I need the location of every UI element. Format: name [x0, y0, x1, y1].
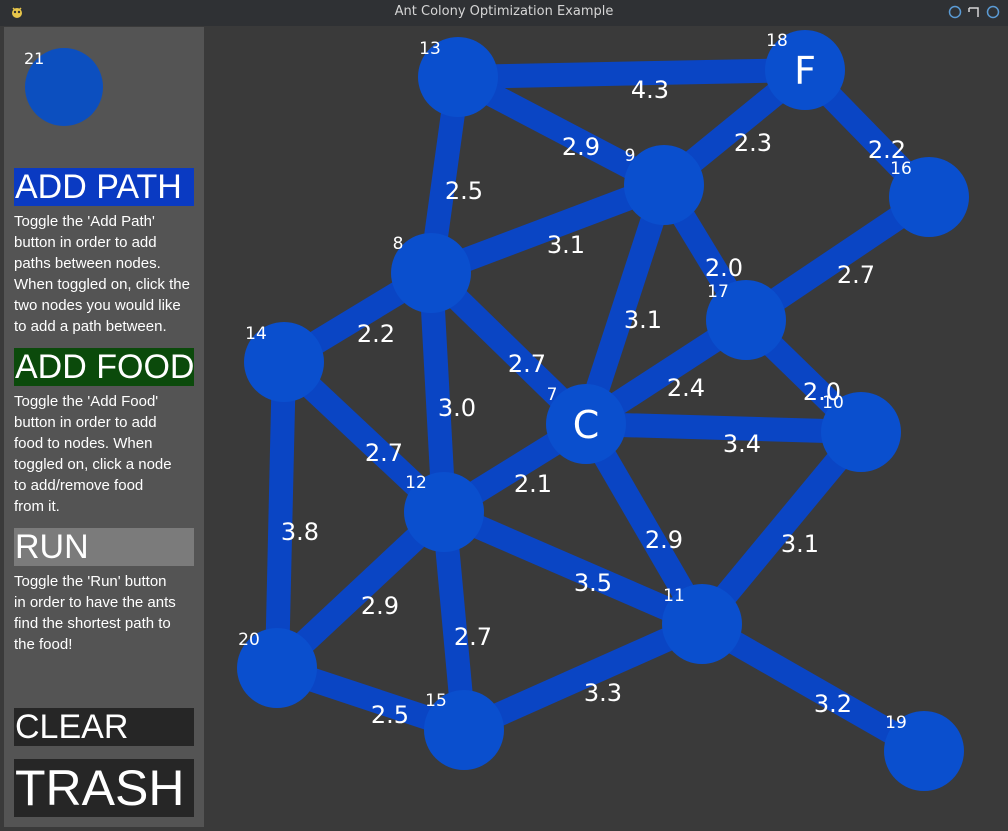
edge-weight-label: 2.7 [837, 261, 875, 289]
edge-weight-label: 2.3 [734, 129, 772, 157]
node-id-label: 15 [425, 691, 447, 711]
description-line: paths between nodes. [14, 255, 161, 272]
add-path-button[interactable]: ADD PATH [14, 168, 194, 206]
description-line: to add/remove food [14, 477, 144, 494]
node-id-label: 9 [625, 146, 636, 166]
node-id-label: 20 [238, 630, 260, 650]
node-id-label: 17 [707, 282, 729, 302]
description-line: to add a path between. [14, 318, 167, 335]
node-id-label: 10 [822, 393, 844, 413]
graph-svg[interactable]: 4.32.92.52.3 2.23.12.03.12.72.22.73.02.4 2… [204, 27, 1008, 831]
edge-weight-label: 2.1 [514, 470, 552, 498]
window-title: Ant Colony Optimization Example [394, 4, 614, 19]
graph-canvas[interactable]: 4.3 2.9 2.5 2.3 2.2 3.1 2.0 3.1 2.7 2.2 2.7 3.0 2.4 2… [204, 27, 1008, 831]
edge-weight-label: 3.3 [584, 679, 622, 707]
node-id-label: 13 [419, 39, 441, 59]
close-icon[interactable] [986, 5, 1000, 19]
trash-button[interactable]: TRASH [14, 759, 194, 817]
node-id-label: 7 [547, 385, 558, 405]
node-id-label: 12 [405, 473, 427, 493]
preview-node-id: 21 [24, 49, 45, 68]
edge-weight-label: 2.9 [361, 592, 399, 620]
edge-weight-label: 2.5 [445, 177, 483, 205]
edge-weight-label: 3.0 [438, 394, 476, 422]
node-id-label: 11 [663, 586, 685, 606]
edge-weight-label: 2.4 [667, 374, 705, 402]
edge-weight-label: 3.5 [574, 569, 612, 597]
node-id-label: 19 [885, 713, 907, 733]
minimize-icon[interactable] [948, 5, 962, 19]
run-button[interactable]: RUN [14, 528, 194, 566]
description-line: Toggle the 'Run' button [14, 573, 167, 590]
clear-button[interactable]: CLEAR [14, 708, 194, 746]
node-id-label: 16 [890, 159, 912, 179]
edge-weight-label: 3.1 [624, 306, 662, 334]
edge-weight-label: 2.7 [508, 350, 546, 378]
node-id-label: 8 [393, 234, 404, 254]
description-line: button in order to add [14, 414, 157, 431]
description-line: two nodes you would like [14, 297, 181, 314]
restore-icon[interactable] [967, 5, 981, 19]
colony-marker: C [573, 403, 600, 447]
description-line: button in order to add [14, 234, 157, 251]
description-line: in order to have the ants [14, 594, 176, 611]
edge-weight-label: 3.1 [547, 231, 585, 259]
edge-weight-label: 2.9 [645, 526, 683, 554]
edge-weight-label: 3.4 [723, 430, 761, 458]
edge-weight-label: 2.5 [371, 701, 409, 729]
edge-weight-label: 2.9 [562, 133, 600, 161]
food-marker: F [794, 49, 816, 93]
edge-weight-label: 2.0 [705, 254, 743, 282]
add-food-button[interactable]: ADD FOOD [14, 348, 194, 386]
run-description: Toggle the 'Run' button in order to have … [14, 571, 204, 655]
add-food-description: Toggle the 'Add Food' button in order to … [14, 391, 204, 517]
description-line: Toggle the 'Add Path' [14, 213, 155, 230]
description-line: find the shortest path to [14, 615, 171, 632]
description-line: the food! [14, 636, 73, 653]
edge-weight-label: 3.2 [814, 690, 852, 718]
edge-weight-label: 2.2 [357, 320, 395, 348]
description-line: from it. [14, 498, 60, 515]
path-edge-14-20 [265, 361, 296, 669]
edge-weight-label: 4.3 [631, 76, 669, 104]
add-path-description: Toggle the 'Add Path' button in order to … [14, 211, 204, 337]
description-line: When toggled on, click the [14, 276, 190, 293]
node-id-label: 18 [766, 31, 788, 51]
description-line: food to nodes. When [14, 435, 153, 452]
graph-node-9[interactable] [624, 145, 704, 225]
node-id-label: 14 [245, 324, 267, 344]
edge-weight-label: 2.7 [365, 439, 403, 467]
description-line: toggled on, click a node [14, 456, 172, 473]
edge-weight-label: 3.1 [781, 530, 819, 558]
sidebar: 21 ADD PATH Toggle the 'Add Path' button … [4, 27, 204, 827]
description-line: Toggle the 'Add Food' [14, 393, 159, 410]
edge-weight-label: 3.8 [281, 518, 319, 546]
title-bar: Ant Colony Optimization Example [0, 0, 1008, 26]
edge-weight-label: 2.7 [454, 623, 492, 651]
